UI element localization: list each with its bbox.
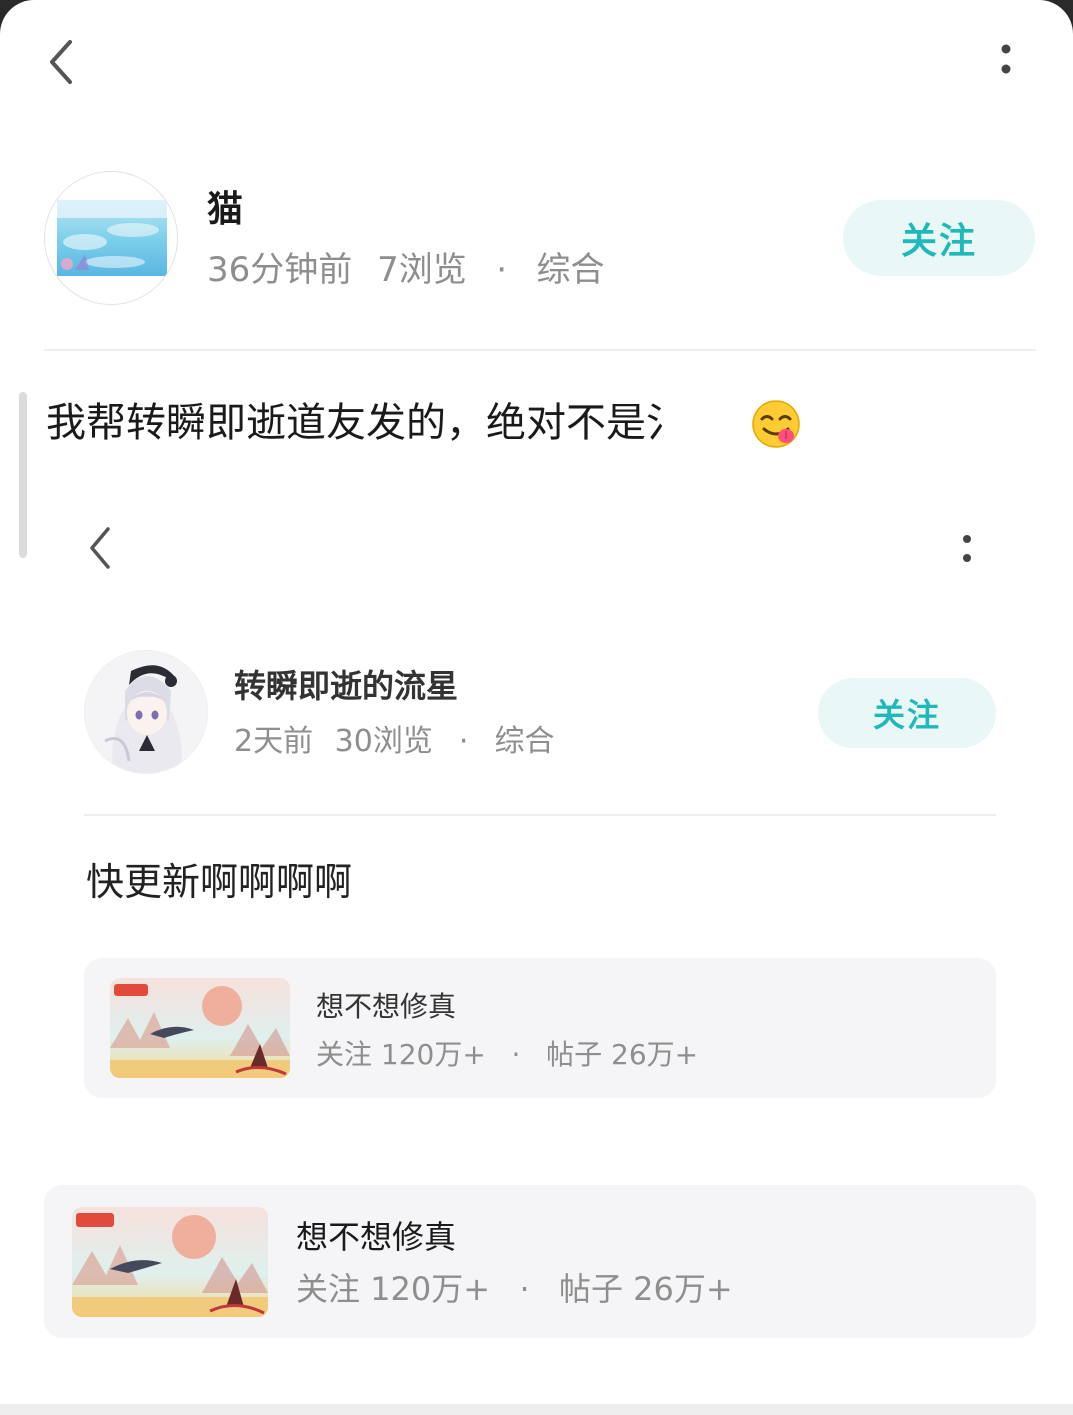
embedded-post-category: 综合 [494, 724, 555, 759]
chevron-left-icon [50, 40, 72, 84]
header-divider [44, 349, 1036, 351]
more-options-button[interactable] [985, 38, 1027, 84]
embedded-back-button [84, 524, 114, 572]
embedded-follow-button: 关注 [818, 678, 996, 748]
forum-thumbnail [110, 978, 290, 1078]
yum-face-icon [750, 398, 802, 450]
forum-stats: 关注 120万+ · 帖子 26万+ [296, 1267, 733, 1311]
embedded-post-views: 30浏览 [334, 724, 433, 759]
scrollbar[interactable] [19, 392, 27, 558]
vertical-dots-icon [963, 535, 971, 562]
embedded-more-button [960, 534, 974, 566]
author-name[interactable]: 猫 [207, 186, 243, 234]
embedded-forum-card: 想不想修真 关注 120万+ · 帖子 26万+ [84, 958, 996, 1098]
meta-separator: · [519, 1270, 530, 1308]
forum-followers: 关注 120万+ [296, 1270, 491, 1308]
embedded-author-name: 转瞬即逝的流星 [234, 667, 459, 705]
forum-card[interactable]: 想不想修真 关注 120万+ · 帖子 26万+ [44, 1185, 1036, 1338]
follow-button[interactable]: 关注 [843, 200, 1035, 276]
xianxia-landscape-image [72, 1207, 268, 1317]
anime-girl-avatar-image [85, 651, 207, 773]
forum-followers: 关注 120万+ [316, 1038, 486, 1071]
author-avatar[interactable] [44, 171, 178, 305]
avatar-image [57, 200, 167, 276]
forum-stats: 关注 120万+ · 帖子 26万+ [316, 1036, 698, 1074]
embedded-screenshot[interactable]: 转瞬即逝的流星 2天前 30浏览 · 综合 关注 快更新啊啊啊啊 想不想修真 关… [46, 468, 1036, 1128]
forum-title: 想不想修真 [316, 990, 457, 1023]
forum-thumbnail [72, 1207, 268, 1317]
post-time: 36分钟前 [207, 250, 353, 290]
forum-posts: 帖子 26万+ [558, 1270, 733, 1308]
forum-title[interactable]: 想不想修真 [296, 1215, 456, 1259]
meta-separator: · [458, 724, 469, 759]
post-text: 我帮转瞬即逝道友发的，绝对不是氵 [46, 400, 686, 446]
embedded-post-meta: 2天前 30浏览 · 综合 [234, 722, 554, 762]
forum-posts: 帖子 26万+ [546, 1038, 699, 1071]
post-detail-page: 猫 36分钟前 7浏览 · 综合 关注 我帮转瞬即逝道友发的，绝对不是氵 转瞬即… [0, 0, 1073, 1415]
chevron-left-icon [90, 527, 110, 569]
xianxia-landscape-image [110, 978, 290, 1078]
meta-separator: · [511, 1038, 521, 1071]
embedded-divider [84, 814, 996, 816]
vertical-dots-icon [1001, 44, 1011, 74]
embedded-author-avatar [84, 650, 208, 774]
back-button[interactable] [38, 34, 84, 90]
embedded-post-text: 快更新啊啊啊啊 [86, 860, 353, 904]
bottom-bar [0, 1404, 1073, 1415]
post-views: 7浏览 [377, 250, 467, 290]
post-category[interactable]: 综合 [537, 248, 605, 292]
meta-separator: · [496, 250, 508, 290]
embedded-post-time: 2天前 [234, 724, 314, 759]
post-meta: 36分钟前 7浏览 · 综合 [207, 248, 605, 292]
